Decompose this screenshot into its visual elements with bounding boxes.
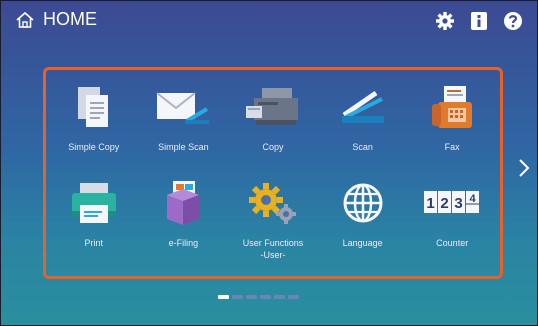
counter-digit-4: 4	[470, 193, 477, 205]
tile-user-functions[interactable]: User Functions -User-	[228, 173, 318, 269]
help-icon[interactable]	[503, 11, 523, 31]
info-icon[interactable]	[469, 11, 489, 31]
fax-icon	[422, 81, 482, 133]
page-dot[interactable]	[288, 295, 299, 299]
tile-label: Simple Copy	[68, 142, 120, 152]
page-indicator	[218, 295, 299, 299]
simple-copy-icon	[64, 81, 124, 133]
top-icons	[435, 11, 523, 31]
tile-label: Fax	[444, 142, 460, 152]
page-dot[interactable]	[260, 295, 271, 299]
globe-icon	[333, 177, 393, 229]
simple-scan-icon	[153, 81, 213, 133]
home-title[interactable]: HOME	[15, 9, 97, 30]
print-icon	[64, 177, 124, 229]
page-dot[interactable]	[232, 295, 243, 299]
tile-fax[interactable]: Fax	[407, 77, 497, 173]
counter-icon: 1 2 3 4	[422, 177, 482, 229]
app-grid: Simple Copy Simple Scan Copy Scan Fax Pr…	[49, 77, 497, 277]
gear-icon[interactable]	[435, 11, 455, 31]
tile-label: Simple Scan	[158, 142, 209, 152]
home-icon	[15, 11, 35, 29]
page-dot[interactable]	[274, 295, 285, 299]
home-screen: HOME Simple Copy Simple Scan Copy Scan F…	[0, 0, 538, 326]
page-dot[interactable]	[246, 295, 257, 299]
tile-simple-copy[interactable]: Simple Copy	[49, 77, 139, 173]
counter-digit-1: 1	[427, 195, 435, 212]
tile-label: e-Filing	[168, 238, 199, 248]
tile-label: Scan	[352, 142, 373, 152]
tile-label: User Functions -User-	[243, 237, 304, 261]
tile-label: Copy	[262, 142, 284, 152]
tile-simple-scan[interactable]: Simple Scan	[139, 77, 229, 173]
tile-copy[interactable]: Copy	[228, 77, 318, 173]
tile-label-line2: -User-	[260, 250, 286, 260]
tile-efiling[interactable]: e-Filing	[139, 173, 229, 269]
page-dot[interactable]	[218, 295, 229, 299]
page-title: HOME	[43, 9, 97, 29]
top-bar: HOME	[1, 1, 537, 43]
copy-icon	[243, 81, 303, 133]
tile-scan[interactable]: Scan	[318, 77, 408, 173]
counter-digit-2: 2	[441, 195, 449, 212]
tile-counter[interactable]: 1 2 3 4 Counter	[407, 173, 497, 269]
scan-icon	[333, 81, 393, 133]
efiling-icon	[153, 177, 213, 229]
tile-language[interactable]: Language	[318, 173, 408, 269]
tile-label: Print	[84, 238, 104, 248]
tile-label: Counter	[436, 238, 469, 248]
next-page-chevron-icon[interactable]	[517, 157, 531, 179]
user-functions-icon	[243, 177, 303, 229]
counter-digit-3: 3	[455, 195, 463, 212]
tile-print[interactable]: Print	[49, 173, 139, 269]
tile-label-line1: User Functions	[242, 238, 304, 248]
tile-label: Language	[342, 238, 383, 248]
